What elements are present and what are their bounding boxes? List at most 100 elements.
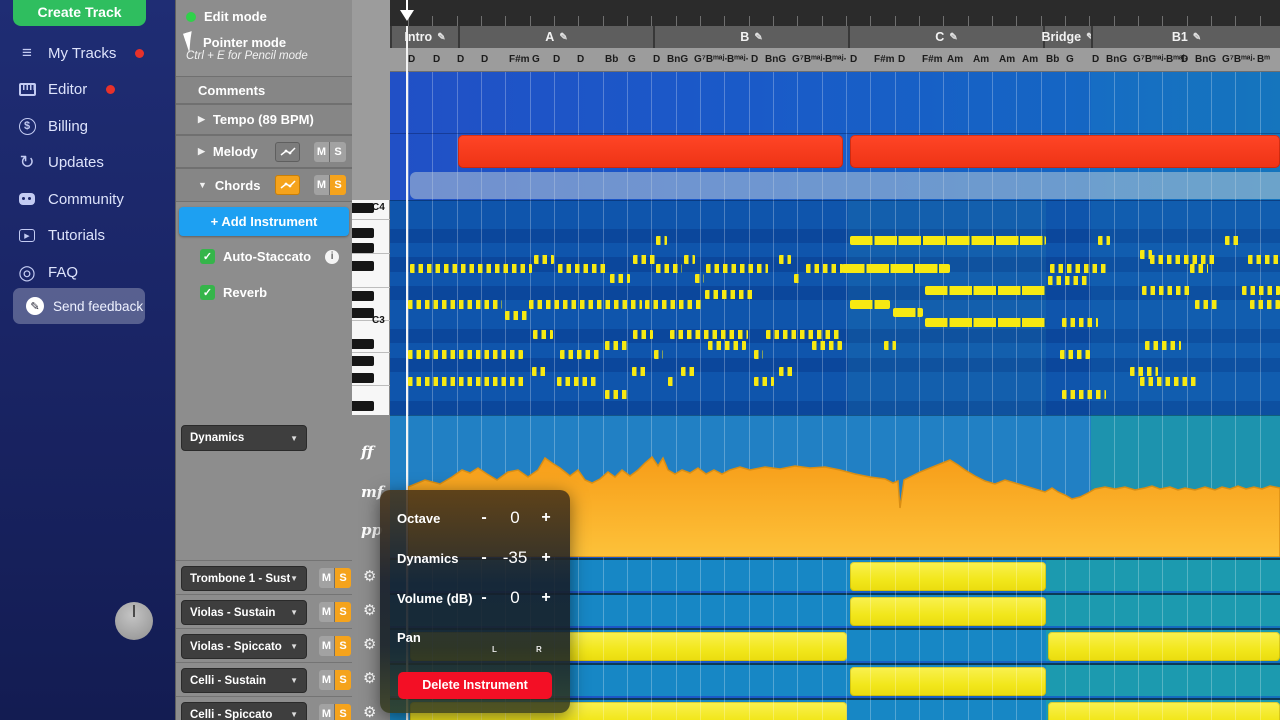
send-feedback-button[interactable]: ✎ Send feedback	[13, 288, 145, 324]
section-intro[interactable]: Intro✎	[390, 26, 458, 48]
note-staccato-run[interactable]	[708, 341, 746, 350]
region-block[interactable]	[1048, 632, 1280, 661]
timeline-ruler[interactable]	[352, 0, 1280, 26]
note-staccato-run[interactable]	[766, 330, 842, 339]
chords-mute-button[interactable]: M	[314, 175, 330, 195]
checkbox-checked-icon[interactable]: ✓	[200, 249, 215, 264]
sidebar-item-editor[interactable]: Editor	[0, 73, 175, 107]
add-instrument-button[interactable]: + Add Instrument	[179, 207, 349, 236]
note-staccato-run[interactable]	[1062, 318, 1098, 327]
note-staccato-run[interactable]	[557, 377, 599, 386]
note-staccato-run[interactable]	[1190, 264, 1208, 273]
note-staccato-run[interactable]	[645, 300, 702, 309]
note-sustain[interactable]	[850, 300, 890, 309]
gear-icon[interactable]: ⚙	[363, 567, 376, 585]
black-key[interactable]	[352, 339, 374, 349]
edit-pencil-icon[interactable]: ✎	[437, 32, 445, 43]
note-staccato-run[interactable]	[806, 264, 843, 273]
pointer-mode-indicator[interactable]: Pointer mode	[186, 32, 286, 52]
note-staccato-run[interactable]	[1060, 350, 1090, 359]
track-mute-button[interactable]: M	[319, 568, 335, 588]
track-instrument-dropdown[interactable]: Violas - Spiccato▼	[181, 634, 307, 659]
note-staccato-run[interactable]	[1150, 255, 1216, 264]
black-key[interactable]	[352, 291, 374, 301]
note-staccato-run[interactable]	[633, 255, 655, 264]
track-mute-button[interactable]: M	[319, 704, 335, 720]
note-staccato-run[interactable]	[605, 390, 627, 399]
sidebar-item-tutorials[interactable]: ▶Tutorials	[0, 219, 175, 253]
black-key[interactable]	[352, 373, 374, 383]
gear-icon[interactable]: ⚙	[363, 703, 376, 720]
note-staccato-run[interactable]	[529, 300, 642, 309]
note-staccato-run[interactable]	[408, 300, 502, 309]
black-key[interactable]	[352, 228, 374, 238]
track-solo-button[interactable]: S	[335, 602, 351, 622]
note-staccato-run[interactable]	[1098, 236, 1110, 245]
melody-track-bar[interactable]: ▶ Melody M S	[176, 135, 353, 168]
note-staccato-run[interactable]	[1140, 377, 1196, 386]
note-staccato-run[interactable]	[633, 330, 653, 339]
decrement-button[interactable]: -	[475, 549, 493, 567]
edit-pencil-icon[interactable]: ✎	[754, 32, 762, 43]
increment-button[interactable]: +	[537, 509, 555, 527]
note-staccato-run[interactable]	[1050, 264, 1106, 273]
note-staccato-run[interactable]	[534, 255, 554, 264]
gear-icon[interactable]: ⚙	[363, 601, 376, 619]
note-sustain[interactable]	[893, 308, 923, 317]
track-mute-button[interactable]: M	[319, 636, 335, 656]
sidebar-item-billing[interactable]: $Billing	[0, 109, 175, 143]
decrement-button[interactable]: -	[475, 589, 493, 607]
section-a[interactable]: A✎	[458, 26, 653, 48]
note-sustain[interactable]	[925, 286, 1046, 295]
track-mute-button[interactable]: M	[319, 670, 335, 690]
checkbox-checked-icon[interactable]: ✓	[200, 285, 215, 300]
decrement-button[interactable]: -	[475, 509, 493, 527]
note-staccato-run[interactable]	[884, 341, 896, 350]
tempo-bar[interactable]: ▶ Tempo (89 BPM)	[176, 104, 353, 135]
increment-button[interactable]: +	[537, 549, 555, 567]
black-key[interactable]	[352, 261, 374, 271]
note-staccato-run[interactable]	[1250, 300, 1280, 309]
black-key[interactable]	[352, 356, 374, 366]
note-staccato-run[interactable]	[668, 377, 676, 386]
melody-region-bar[interactable]	[850, 135, 1280, 168]
note-sustain[interactable]	[842, 264, 950, 273]
create-track-button[interactable]: Create Track	[13, 0, 146, 26]
track-instrument-dropdown[interactable]: Celli - Spiccato▼	[181, 702, 307, 720]
piano-keyboard[interactable]: C4C3	[352, 200, 390, 415]
pan-knob[interactable]	[115, 602, 153, 640]
note-staccato-run[interactable]	[654, 350, 663, 359]
note-sustain[interactable]	[925, 318, 1046, 327]
track-solo-button[interactable]: S	[335, 670, 351, 690]
note-sustain[interactable]	[850, 236, 1046, 245]
note-staccato-run[interactable]	[695, 274, 704, 283]
note-staccato-run[interactable]	[605, 341, 627, 350]
note-staccato-run[interactable]	[1048, 276, 1090, 285]
note-staccato-run[interactable]	[754, 350, 763, 359]
edit-pencil-icon[interactable]: ✎	[559, 32, 567, 43]
melody-solo-button[interactable]: S	[330, 142, 346, 162]
note-staccato-run[interactable]	[1145, 341, 1181, 350]
edit-pencil-icon[interactable]: ✎	[1193, 32, 1201, 43]
track-instrument-dropdown[interactable]: Trombone 1 - Susta▼	[181, 566, 307, 591]
gear-icon[interactable]: ⚙	[363, 635, 376, 653]
note-staccato-run[interactable]	[794, 274, 802, 283]
section-b[interactable]: B✎	[653, 26, 848, 48]
chords-solo-button[interactable]: S	[330, 175, 346, 195]
comments-bar[interactable]: Comments	[176, 76, 353, 104]
note-staccato-run[interactable]	[632, 367, 648, 376]
region-block[interactable]	[1048, 702, 1280, 720]
melody-mute-button[interactable]: M	[314, 142, 330, 162]
sidebar-item-my-tracks[interactable]: ≡My Tracks	[0, 36, 175, 70]
dynamics-dropdown[interactable]: Dynamics ▼	[181, 425, 307, 451]
note-staccato-run[interactable]	[681, 367, 698, 376]
note-staccato-run[interactable]	[610, 274, 630, 283]
track-solo-button[interactable]: S	[335, 568, 351, 588]
black-key[interactable]	[352, 243, 374, 253]
note-staccato-run[interactable]	[706, 264, 768, 273]
note-staccato-run[interactable]	[812, 341, 842, 350]
melody-automation-icon[interactable]	[275, 142, 300, 162]
sidebar-item-updates[interactable]: ↻Updates	[0, 146, 175, 180]
track-solo-button[interactable]: S	[335, 636, 351, 656]
track-solo-button[interactable]: S	[335, 704, 351, 720]
